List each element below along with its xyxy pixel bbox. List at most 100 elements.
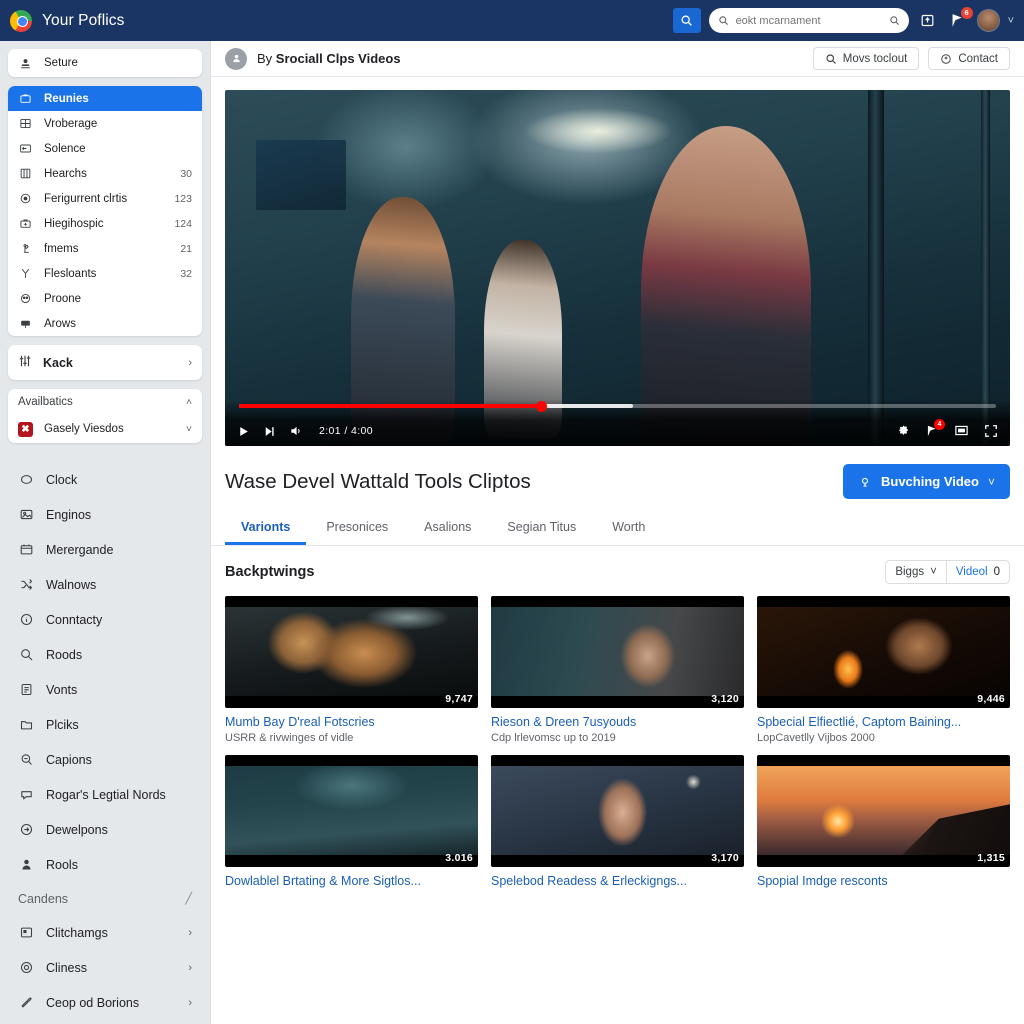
sidebar-item-label: Reunies <box>44 92 89 105</box>
channel-avatar-icon[interactable] <box>225 47 247 70</box>
sidebar-item-hiegihospic[interactable]: Hiegihospic 124 <box>8 211 202 236</box>
channel-by-text: By <box>257 51 273 66</box>
sidebar-item-account[interactable]: Seture <box>8 49 202 77</box>
edit-icon[interactable]: ╱ <box>185 892 192 905</box>
video-thumbnail[interactable]: 9,747 <box>225 596 478 708</box>
video-thumbnail[interactable]: 9,446 <box>757 596 1010 708</box>
video-thumbnail[interactable]: 3.016 <box>225 755 478 867</box>
sidebar-item-rools[interactable]: Rools <box>8 847 202 882</box>
sidebar-item-proone[interactable]: Proone <box>8 286 202 311</box>
gear-icon[interactable] <box>896 424 910 438</box>
video-thumbnail[interactable]: 3,170 <box>491 755 744 867</box>
app-title: Your Poflics <box>42 11 125 29</box>
next-track-icon[interactable] <box>263 425 276 438</box>
video-card[interactable]: 3.016 Dowlablel Brtating & More Sigtlos..… <box>225 755 478 891</box>
video-thumbnail[interactable]: 3,120 <box>491 596 744 708</box>
sidebar-item-label: Arows <box>44 317 76 330</box>
tab-asalions[interactable]: Asalions <box>408 511 487 545</box>
sort-dropdown[interactable]: Biggs ˅ <box>886 561 946 583</box>
sidebar-item-enginos[interactable]: Enginos <box>8 497 202 532</box>
theater-mode-icon[interactable] <box>954 423 969 438</box>
video-player[interactable]: 2:01 / 4:00 4 <box>225 90 1010 446</box>
sidebar-item-walnows[interactable]: Walnows <box>8 567 202 602</box>
sidebar-item-rogar-s-legtial-nords[interactable]: Rogar's Legtial Nords <box>8 777 202 812</box>
sidebar-item-label: Kack <box>43 355 73 370</box>
channel-search-button[interactable]: Movs toclout <box>812 47 920 70</box>
sidebar-item-ceop-od-borions[interactable]: Ceop od Borions › <box>8 985 202 1020</box>
fullscreen-icon[interactable] <box>984 424 998 438</box>
page-title: Wase Devel Wattald Tools Cliptos <box>225 469 531 493</box>
subscribe-button[interactable]: Buvching Video ˅ <box>842 464 1010 499</box>
sidebar-item-fmems[interactable]: fmems 21 <box>8 236 202 261</box>
global-search-box[interactable] <box>708 8 909 33</box>
sidebar-item-reunies[interactable]: Reunies <box>8 86 202 111</box>
progress-bar[interactable] <box>239 400 996 412</box>
sidebar-item-solence[interactable]: Solence <box>8 136 202 161</box>
video-card-title[interactable]: Dowlablel Brtating & More Sigtlos... <box>225 874 478 888</box>
sidebar-item-label: Plciks <box>46 717 79 732</box>
video-thumbnail[interactable]: 1,315 <box>757 755 1010 867</box>
search-input[interactable] <box>735 14 882 27</box>
section-controls: Biggs ˅ Videol 0 <box>885 560 1010 584</box>
search-icon[interactable] <box>889 15 900 26</box>
sidebar: Seture Reunies Vroberage Solence Hearchs 30 F… <box>0 41 210 1024</box>
sidebar-item-vonts[interactable]: Vonts <box>8 672 202 707</box>
video-card[interactable]: 9,747 Mumb Bay D'real Fotscries USRR & riv… <box>225 596 478 744</box>
chevron-down-icon: ˅ <box>930 566 937 578</box>
thumbnail-image <box>757 766 1010 855</box>
sidebar-item-cliness[interactable]: Cliness › <box>8 950 202 985</box>
video-card[interactable]: 3,120 Rieson & Dreen 7usyouds Cdp lrlevoms… <box>491 596 744 744</box>
home-button[interactable] <box>917 10 939 32</box>
contact-button[interactable]: Contact <box>928 47 1010 70</box>
chevron-down-icon[interactable]: ˅ <box>1008 15 1014 27</box>
availabilities-header[interactable]: Availbatics ˄ <box>8 389 202 415</box>
notifications-button[interactable]: 6 <box>947 6 973 32</box>
sidebar-item-plciks[interactable]: Plciks <box>8 707 202 742</box>
avatar[interactable] <box>976 9 1000 32</box>
sidebar-item-ferigurrent-clrtis[interactable]: Ferigurrent clrtis 123 <box>8 186 202 211</box>
sidebar-item-label: Flesloants <box>44 267 97 280</box>
volume-icon[interactable] <box>289 424 303 438</box>
tab-segian-titus[interactable]: Segian Titus <box>491 511 592 545</box>
alert-icon[interactable]: 4 <box>925 418 945 438</box>
sidebar-item-hearchs[interactable]: Hearchs 30 <box>8 161 202 186</box>
section-title: Backptwings <box>225 564 315 580</box>
sidebar-item-vroberage[interactable]: Vroberage <box>8 111 202 136</box>
sidebar-item-flesloants[interactable]: Flesloants 32 <box>8 261 202 286</box>
sidebar-group-label[interactable]: Candens ╱ <box>8 882 202 915</box>
video-card-title[interactable]: Rieson & Dreen 7usyouds <box>491 715 744 729</box>
view-toggle[interactable]: Videol 0 <box>945 561 1009 583</box>
sidebar-item-count: 21 <box>180 242 192 255</box>
play-icon[interactable] <box>237 425 250 438</box>
video-card-title[interactable]: Spelebod Readess & Erleckigngs... <box>491 874 744 888</box>
video-card-title[interactable]: Spopial Imdge resconts <box>757 874 1010 888</box>
progress-handle[interactable] <box>536 400 548 412</box>
arrow-circle-icon <box>18 822 34 838</box>
sidebar-item-label: Rools <box>46 857 78 872</box>
sidebar-item-dewelpons[interactable]: Dewelpons <box>8 812 202 847</box>
sidebar-item-kack[interactable]: Kack › <box>8 345 202 380</box>
tab-varionts[interactable]: Varionts <box>225 511 306 545</box>
player-container: 2:01 / 4:00 4 <box>211 77 1024 446</box>
video-card[interactable]: 9,446 Spbecial Elfiectlié, Captom Baining… <box>757 596 1010 744</box>
tab-worth[interactable]: Worth <box>596 511 661 545</box>
channel-search-label: Movs toclout <box>842 52 908 65</box>
sidebar-item-conntacty[interactable]: Conntacty <box>8 602 202 637</box>
sidebar-item-roods[interactable]: Roods <box>8 637 202 672</box>
sidebar-item-channel[interactable]: ✖ Gasely Viesdos ˅ <box>8 415 202 443</box>
player-time: 2:01 / 4:00 <box>319 425 374 437</box>
video-card-title[interactable]: Spbecial Elfiectlié, Captom Baining... <box>757 715 1010 729</box>
sidebar-item-label: Rogar's Legtial Nords <box>46 787 166 802</box>
sidebar-item-merergande[interactable]: Merergande <box>8 532 202 567</box>
tab-presonices[interactable]: Presonices <box>310 511 404 545</box>
sidebar-item-capions[interactable]: Capions <box>8 742 202 777</box>
sidebar-item-clitchamgs[interactable]: Clitchamgs › <box>8 915 202 950</box>
search-button[interactable] <box>672 8 701 33</box>
video-card-title[interactable]: Mumb Bay D'real Fotscries <box>225 715 478 729</box>
video-card[interactable]: 3,170 Spelebod Readess & Erleckigngs... <box>491 755 744 891</box>
video-card[interactable]: 1,315 Spopial Imdge resconts <box>757 755 1010 891</box>
calendar-icon <box>18 542 34 558</box>
sidebar-item-arows[interactable]: Arows <box>8 311 202 336</box>
sidebar-item-clock[interactable]: Clock <box>8 462 202 497</box>
sidebar-item-label: Proone <box>44 292 82 305</box>
